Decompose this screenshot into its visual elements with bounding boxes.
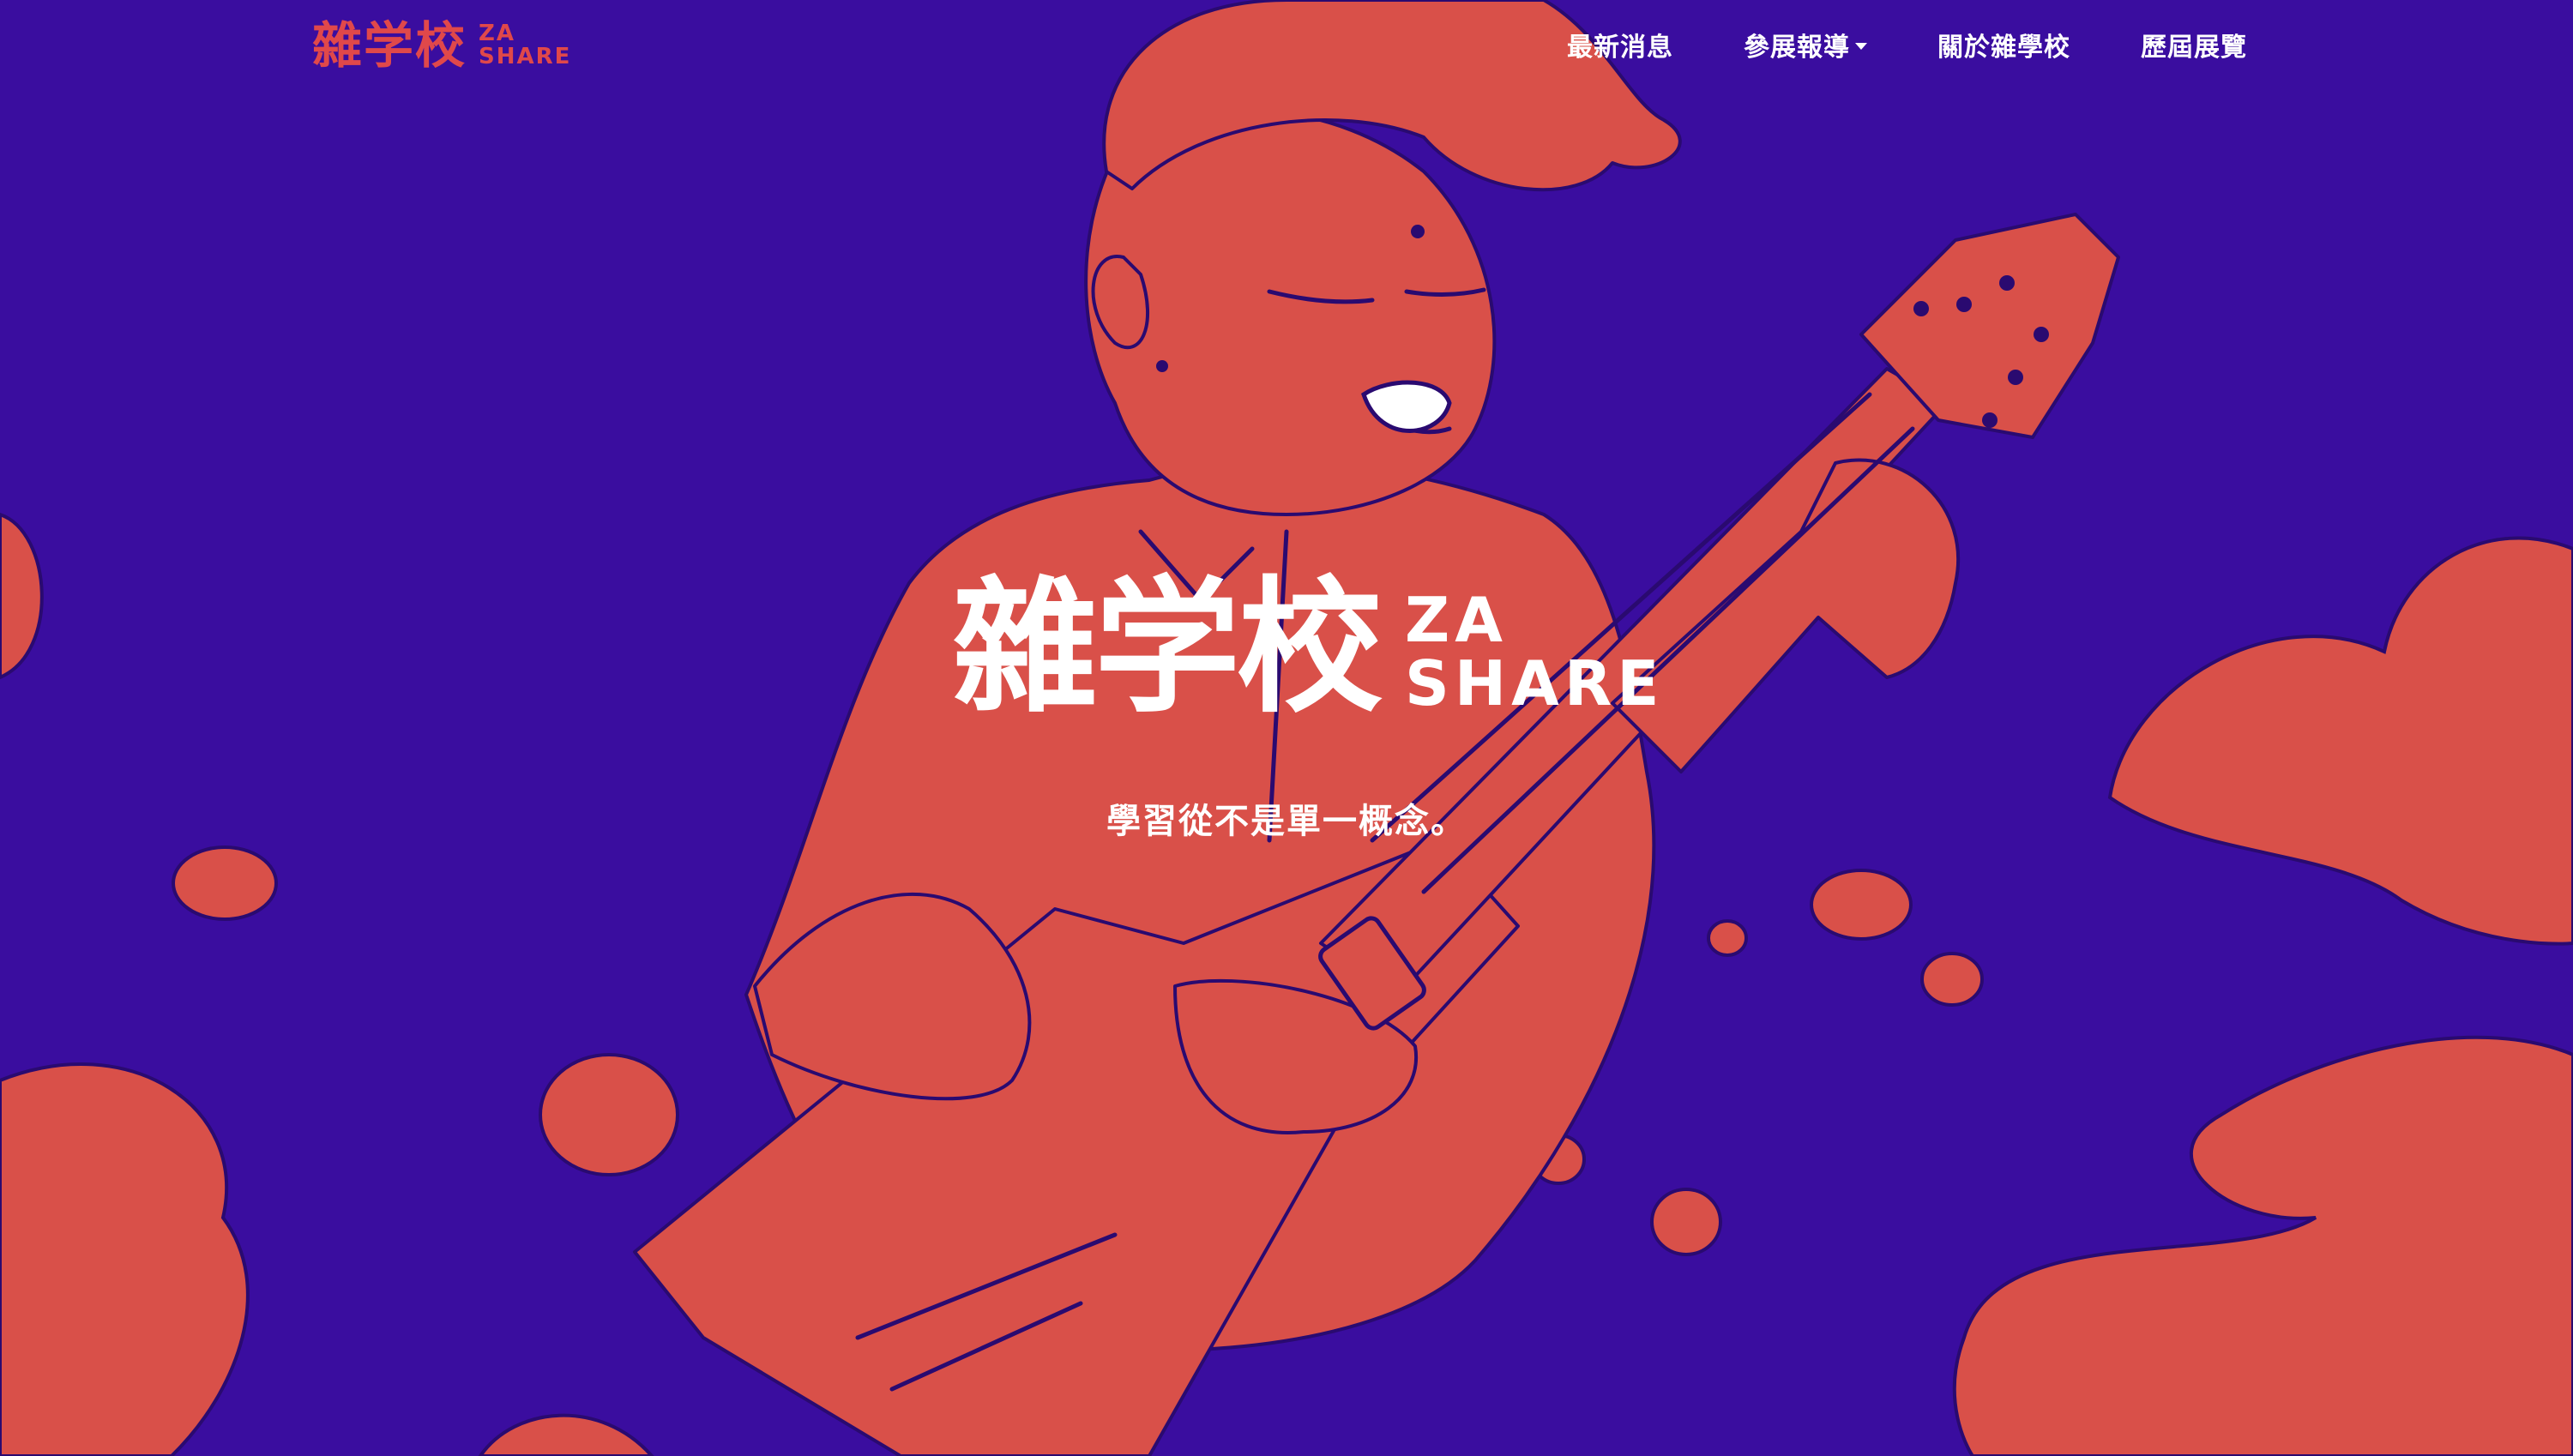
brand-logo-latin-bottom: SHARE (479, 44, 572, 69)
brand-logo-latin-top: ZA (479, 20, 515, 46)
hero-logo: 雜学校 ZA SHARE (952, 575, 1664, 720)
hero-logo-latin-bottom: SHARE (1405, 647, 1665, 719)
top-navigation-bar: 雜学校 ZA SHARE 最新消息 參展報導 關於雜學校 歷屆展覽 (0, 0, 2573, 103)
nav-item-reports[interactable]: 參展報導 (1744, 26, 1867, 63)
hero-tagline: 學習從不是單一概念。 (1106, 801, 1467, 841)
nav-item-about[interactable]: 關於雜學校 (1937, 26, 2070, 63)
brand-logo-cjk: 雜学校 (312, 16, 467, 75)
brand-logo-latin: ZA SHARE (479, 20, 572, 69)
nav-item-reports-label: 參展報導 (1744, 33, 1850, 63)
nav-item-news[interactable]: 最新消息 (1567, 26, 1673, 63)
hero-logo-latin-top: ZA (1405, 584, 1508, 657)
nav-item-past-exhibitions[interactable]: 歷屆展覽 (2141, 26, 2247, 63)
hero-logo-cjk: 雜学校 (952, 562, 1383, 733)
main-nav: 最新消息 參展報導 關於雜學校 歷屆展覽 (1567, 26, 2247, 63)
caret-down-icon (1855, 43, 1867, 50)
brand-logo[interactable]: 雜学校 ZA SHARE (312, 15, 571, 75)
hero-logo-latin: ZA SHARE (1405, 584, 1665, 719)
